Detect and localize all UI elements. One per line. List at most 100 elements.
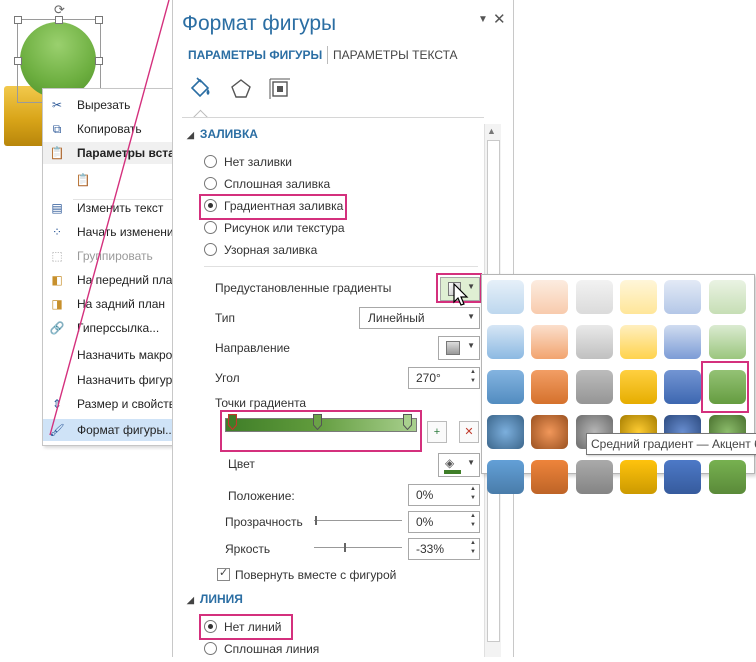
color-picker-button[interactable]: ◈ ▼ — [438, 453, 480, 477]
menu-item-hyperlink[interactable]: 🔗 Гиперссылка... — [43, 317, 173, 339]
slider-knob[interactable] — [315, 516, 317, 525]
size-properties-tab-icon[interactable] — [267, 76, 293, 102]
gradient-swatch[interactable] — [664, 280, 702, 314]
radio-no-fill[interactable]: Нет заливки — [204, 155, 292, 175]
menu-item-bring-forward[interactable]: ◧ На передний пла — [43, 269, 173, 291]
direction-preview-icon — [446, 341, 460, 355]
gradient-swatch[interactable] — [531, 325, 569, 359]
pane-options-icon[interactable]: ▼ — [478, 14, 488, 25]
menu-item-send-backward[interactable]: ◨ На задний план — [43, 293, 173, 315]
radio-button[interactable] — [204, 642, 217, 655]
spin-down-icon[interactable]: ▼ — [470, 549, 476, 555]
gradient-swatch[interactable] — [487, 370, 524, 404]
gradient-swatch[interactable] — [487, 415, 524, 449]
angle-spinner[interactable]: 270° ▲ ▼ — [408, 367, 480, 389]
gradient-swatch[interactable] — [531, 415, 569, 449]
radio-button[interactable] — [204, 221, 217, 234]
gradient-swatch[interactable] — [708, 325, 746, 359]
radio-button[interactable] — [204, 155, 217, 168]
mouse-cursor-icon — [453, 283, 469, 306]
fill-section-header[interactable]: ◢ ЗАЛИВКА — [187, 127, 258, 141]
spin-up-icon[interactable]: ▲ — [470, 540, 476, 546]
gradient-swatch[interactable] — [487, 325, 524, 359]
gradient-swatch[interactable] — [575, 280, 613, 314]
fill-line-icon[interactable] — [188, 76, 214, 102]
tab-shape-options[interactable]: ПАРАМЕТРЫ ФИГУРЫ — [188, 48, 322, 62]
line-section-header[interactable]: ◢ ЛИНИЯ — [187, 592, 243, 606]
gradient-swatch[interactable] — [575, 460, 613, 494]
position-label: Положение: — [228, 489, 295, 503]
spin-down-icon[interactable]: ▼ — [470, 522, 476, 528]
spin-down-icon[interactable]: ▼ — [470, 495, 476, 501]
transparency-label: Прозрачность — [225, 515, 303, 529]
collapse-icon: ◢ — [187, 595, 194, 605]
gradient-swatch[interactable] — [619, 460, 657, 494]
rotate-handle-icon[interactable]: ⟳ — [54, 2, 65, 18]
gradient-swatch[interactable] — [619, 325, 657, 359]
scissors-icon: ✂ — [51, 98, 63, 112]
radio-solid-line[interactable]: Сплошная линия — [204, 642, 319, 662]
gradient-swatch[interactable] — [531, 280, 569, 314]
resize-handle[interactable] — [95, 16, 103, 24]
radio-pattern-fill[interactable]: Узорная заливка — [204, 243, 317, 263]
tab-underline — [182, 117, 484, 118]
gradient-swatch[interactable] — [531, 370, 569, 404]
gradient-swatch[interactable] — [619, 370, 657, 404]
gradient-swatch[interactable] — [487, 460, 524, 494]
menu-item-copy[interactable]: ⧉ Копировать — [43, 118, 173, 140]
pane-title: Формат фигуры — [182, 12, 337, 35]
add-stop-icon[interactable]: + — [427, 421, 447, 443]
scroll-up-icon[interactable]: ▲ — [487, 126, 496, 136]
close-icon[interactable]: ✕ — [493, 10, 506, 28]
transparency-slider[interactable] — [314, 520, 402, 521]
angle-label: Угол — [215, 371, 240, 385]
slider-knob[interactable] — [344, 543, 346, 552]
menu-item-format-shape[interactable]: 🖌 Формат фигуры... — [43, 419, 175, 441]
gradient-swatch[interactable] — [531, 460, 569, 494]
menu-item-size-properties[interactable]: ⇕ Размер и свойств — [43, 393, 175, 415]
brightness-spinner[interactable]: -33% ▲ ▼ — [408, 538, 480, 560]
radio-button[interactable] — [204, 177, 217, 190]
type-dropdown[interactable]: Линейный ▼ — [359, 307, 480, 329]
spin-up-icon[interactable]: ▲ — [470, 369, 476, 375]
resize-handle[interactable] — [14, 57, 22, 65]
brightness-slider[interactable] — [314, 547, 402, 548]
spin-up-icon[interactable]: ▲ — [470, 513, 476, 519]
menu-item-assign-shape[interactable]: Назначить фигур — [43, 369, 173, 391]
remove-stop-icon[interactable]: ✕ — [459, 421, 479, 443]
gradient-swatch[interactable] — [487, 280, 524, 314]
menu-item-paste[interactable]: 📋 — [43, 168, 173, 194]
menu-item-group[interactable]: ⬚ Группировать — [43, 245, 173, 267]
transparency-spinner[interactable]: 0% ▲ ▼ — [408, 511, 480, 533]
checkbox[interactable] — [217, 566, 230, 581]
paste-clipboard-icon: 📋 — [75, 173, 91, 187]
rotate-with-shape-checkbox[interactable]: Повернуть вместе с фигурой — [217, 566, 396, 582]
spin-down-icon[interactable]: ▼ — [470, 378, 476, 384]
menu-item-cut[interactable]: ✂ Вырезать — [43, 94, 173, 116]
tab-text-options[interactable]: ПАРАМЕТРЫ ТЕКСТА — [333, 48, 458, 62]
spin-up-icon[interactable]: ▲ — [470, 486, 476, 492]
format-shape-icon: 🖌 — [49, 423, 65, 437]
resize-handle[interactable] — [14, 16, 22, 24]
gradient-swatch[interactable] — [708, 460, 746, 494]
send-backward-icon: ◨ — [51, 297, 63, 311]
direction-dropdown[interactable]: ▼ — [438, 336, 480, 360]
gradient-swatch[interactable] — [575, 325, 613, 359]
gradient-swatch[interactable] — [575, 370, 613, 404]
gradient-swatch[interactable] — [708, 280, 746, 314]
type-label: Тип — [215, 311, 236, 325]
position-spinner[interactable]: 0% ▲ ▼ — [408, 484, 480, 506]
gradient-swatch[interactable] — [664, 370, 702, 404]
resize-handle[interactable] — [95, 57, 103, 65]
menu-item-edit-points[interactable]: ⁘ Начать изменени — [43, 221, 174, 243]
gradient-swatch[interactable] — [664, 460, 702, 494]
radio-picture-fill[interactable]: Рисунок или текстура — [204, 221, 345, 241]
effects-icon[interactable] — [228, 76, 254, 102]
gradient-swatch[interactable] — [619, 280, 657, 314]
gradient-swatch[interactable] — [664, 325, 702, 359]
menu-item-edit-text[interactable]: ▤ Изменить текст — [43, 197, 173, 219]
radio-button[interactable] — [204, 243, 217, 256]
menu-item-assign-macro[interactable]: Назначить макро — [43, 344, 173, 366]
chevron-down-icon: ▼ — [467, 341, 475, 350]
color-swatch-bar — [444, 470, 461, 474]
